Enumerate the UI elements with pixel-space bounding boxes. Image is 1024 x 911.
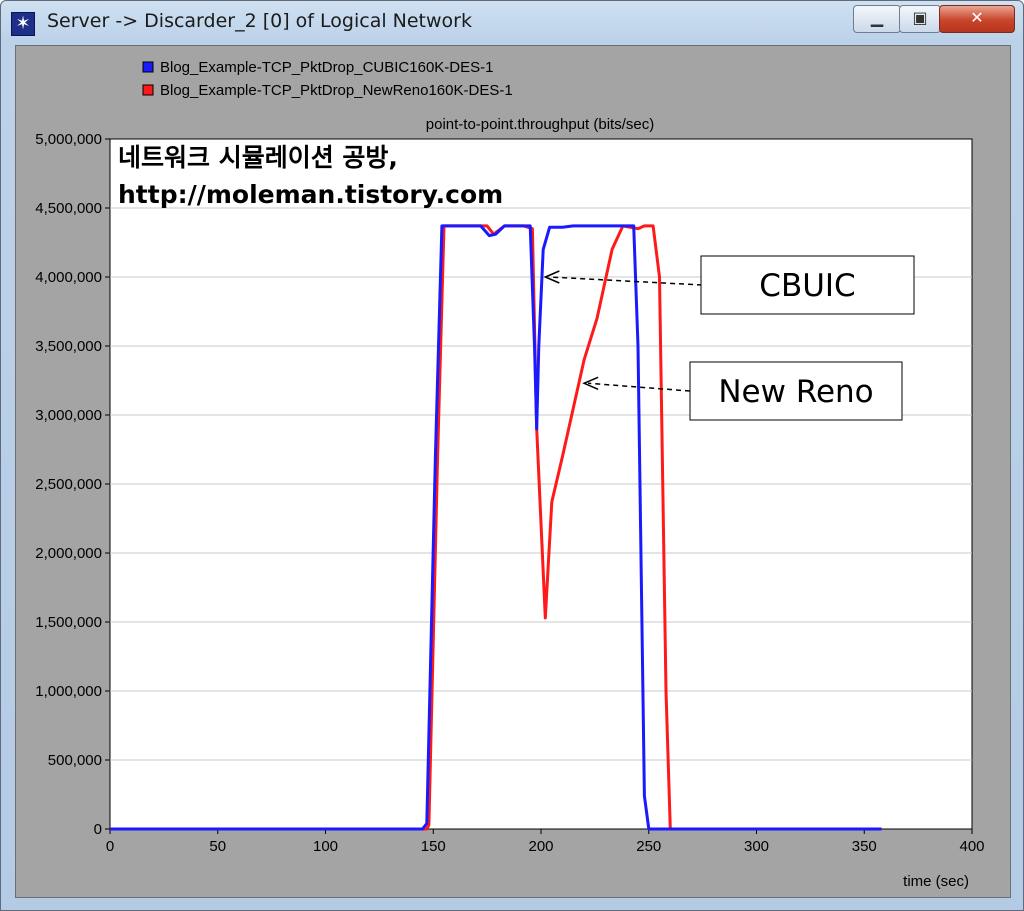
x-tick-label: 100: [313, 838, 338, 855]
annotation-label: CBUIC: [759, 268, 855, 304]
watermark-line-1: 네트워크 시뮬레이션 공방,: [118, 143, 398, 172]
x-axis-ticks: 0 50 100 150 200 250 300 350 400: [106, 829, 985, 855]
legend: Blog_Example-TCP_PktDrop_CUBIC160K-DES-1…: [142, 59, 513, 99]
y-tick-label: 1,500,000: [35, 614, 102, 631]
chart-title: point-to-point.throughput (bits/sec): [426, 116, 654, 133]
y-tick-label: 2,500,000: [35, 476, 102, 493]
x-tick-label: 150: [421, 838, 446, 855]
x-tick-label: 350: [852, 838, 877, 855]
y-tick-label: 1,000,000: [35, 683, 102, 700]
x-axis-label: time (sec): [903, 873, 969, 890]
x-tick-label: 250: [636, 838, 661, 855]
watermark-line-2: http://moleman.tistory.com: [118, 180, 503, 209]
legend-label: Blog_Example-TCP_PktDrop_CUBIC160K-DES-1: [160, 59, 493, 76]
y-tick-label: 3,000,000: [35, 407, 102, 424]
throughput-chart: Blog_Example-TCP_PktDrop_CUBIC160K-DES-1…: [35, 59, 985, 890]
legend-swatch: [142, 84, 154, 96]
y-axis-ticks: 0 500,000 1,000,000 1,500,000 2,000,000 2,500…: [35, 131, 110, 838]
y-tick-label: 4,500,000: [35, 200, 102, 217]
x-tick-label: 400: [959, 838, 984, 855]
y-tick-label: 0: [94, 821, 102, 838]
annotation-label: New Reno: [718, 374, 873, 410]
x-tick-label: 0: [106, 838, 114, 855]
y-tick-label: 3,500,000: [35, 338, 102, 355]
y-tick-label: 2,000,000: [35, 545, 102, 562]
x-tick-label: 300: [744, 838, 769, 855]
y-tick-label: 4,000,000: [35, 269, 102, 286]
legend-label: Blog_Example-TCP_PktDrop_NewReno160K-DES…: [160, 82, 513, 99]
legend-swatch: [142, 61, 154, 73]
y-tick-label: 5,000,000: [35, 131, 102, 148]
x-tick-label: 200: [528, 838, 553, 855]
x-tick-label: 50: [209, 838, 226, 855]
y-tick-label: 500,000: [48, 752, 102, 769]
